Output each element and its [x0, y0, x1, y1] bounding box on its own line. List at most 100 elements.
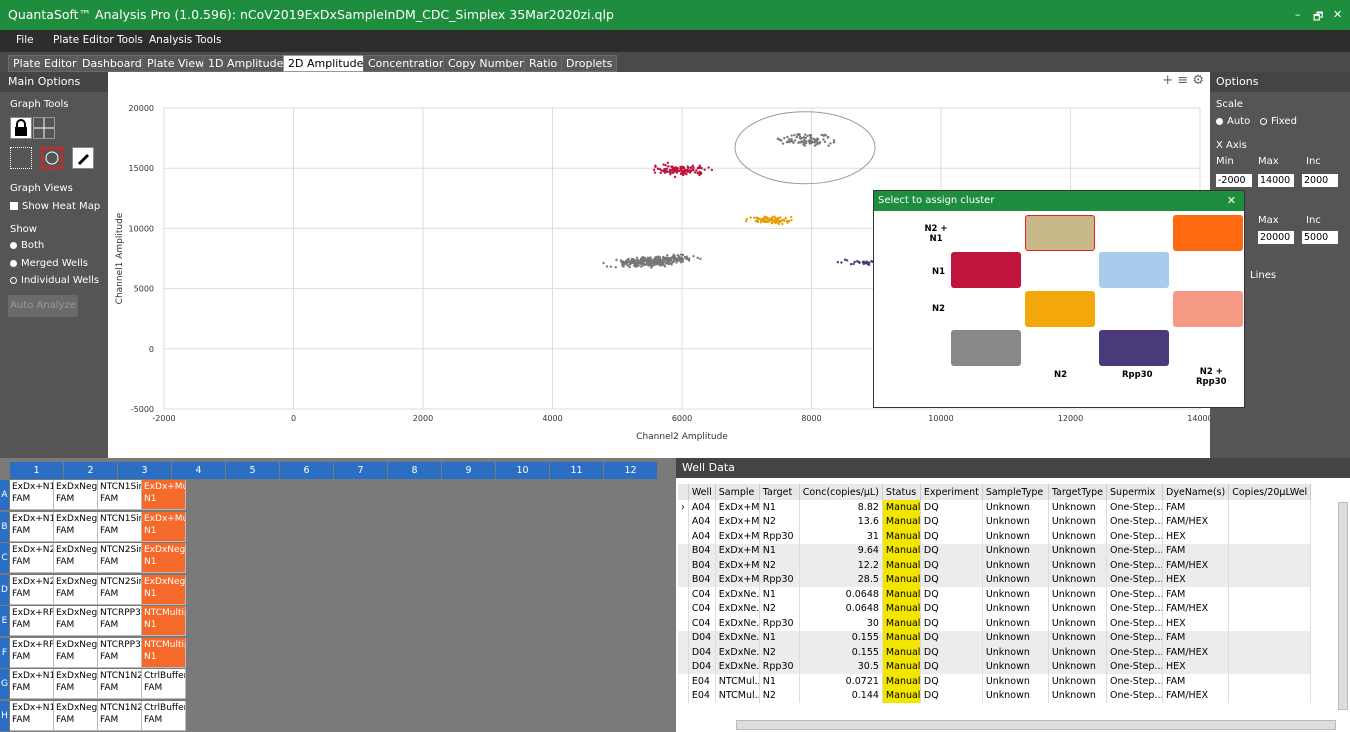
tab-2d-amplitude[interactable]: 2D Amplitude: [283, 55, 369, 72]
plate-well[interactable]: NTCMultipleN1: [142, 606, 186, 636]
radio-fixed[interactable]: Fixed: [1260, 116, 1297, 127]
column-header[interactable]: Well: [688, 484, 716, 500]
tab-concentration[interactable]: Concentration: [363, 55, 451, 72]
x-inc-input[interactable]: 2000: [1302, 174, 1338, 187]
lasso-select-icon[interactable]: [41, 147, 63, 169]
plate-col-header[interactable]: 12: [604, 462, 657, 479]
plate-well[interactable]: ExDx+MultiN1: [142, 511, 186, 542]
swatch-purple[interactable]: [1099, 330, 1169, 366]
menu-analysis-tools[interactable]: Analysis Tools: [149, 34, 221, 46]
tab-dashboard[interactable]: Dashboard: [77, 55, 147, 72]
horizontal-scrollbar[interactable]: [736, 720, 1336, 730]
plate-well[interactable]: NTCMultipleN1: [142, 637, 186, 668]
well-data-table[interactable]: Well Sample Target Conc(copies/µL) Status Exp…: [678, 484, 1312, 703]
y-max-input[interactable]: 20000: [1258, 231, 1294, 244]
table-row[interactable]: B04ExDx+M...N19.64ManualDQUnknownUnknown…: [678, 543, 1312, 558]
column-header[interactable]: Sample: [715, 484, 760, 500]
table-row[interactable]: ›A04ExDx+M...N18.82ManualDQUnknownUnknow…: [678, 500, 1312, 515]
plate-well[interactable]: ExDx+N1N2FAM: [10, 669, 54, 699]
auto-analyze-button[interactable]: Auto Analyze: [8, 295, 78, 317]
tab-1d-amplitude[interactable]: 1D Amplitude: [203, 55, 289, 72]
table-row[interactable]: C04ExDxNe...Rpp3030ManualDQUnknownUnknow…: [678, 616, 1312, 631]
plate-well[interactable]: ExDx+N1SinFAM: [10, 480, 54, 510]
plate-row-header[interactable]: B: [0, 511, 9, 542]
table-row[interactable]: E04 NTCMul... N2 0.144 Manual DQ Unknown Unknow…: [678, 688, 1312, 703]
pencil-icon[interactable]: [72, 147, 94, 169]
plate-well[interactable]: ExDx+N1N2FAM: [10, 700, 54, 731]
tab-ratio[interactable]: Ratio: [524, 55, 563, 72]
column-header[interactable]: SampleType: [982, 484, 1049, 500]
maximize-button[interactable]: 🗗: [1313, 8, 1323, 27]
plate-col-header[interactable]: 6: [280, 462, 333, 479]
column-header[interactable]: Copies/20µLWel: [1228, 484, 1312, 500]
plate-row-header[interactable]: F: [0, 637, 9, 668]
column-header[interactable]: Conc(copies/µL): [799, 484, 883, 500]
table-row[interactable]: E04 NTCMul... N1 0.0721 Manual DQ Unknown Unkno…: [678, 674, 1312, 689]
plate-col-header[interactable]: 5: [226, 462, 279, 479]
plate-col-header[interactable]: 11: [550, 462, 603, 479]
plate-row-header[interactable]: G: [0, 669, 9, 699]
plate-row-header[interactable]: D: [0, 574, 9, 605]
plate-well[interactable]: ExDx+RPP3FAM: [10, 637, 54, 668]
plate-well[interactable]: ExDxNegN2FAM: [54, 574, 98, 605]
plate-well[interactable]: NTCN1SimpFAM: [98, 480, 142, 510]
tab-plate-view[interactable]: Plate View: [142, 55, 210, 72]
plate-col-header[interactable]: 3: [118, 462, 171, 479]
column-header[interactable]: TargetType: [1048, 484, 1108, 500]
box-select-icon[interactable]: [10, 147, 32, 169]
swatch-red[interactable]: [951, 252, 1021, 288]
plate-well[interactable]: ExDxNegRPFAM: [54, 637, 98, 668]
plate-well[interactable]: ExDx+RPP3FAM: [10, 606, 54, 636]
lock-icon[interactable]: [10, 117, 32, 139]
column-header[interactable]: DyeName(s): [1162, 484, 1230, 500]
menu-plate-editor-tools[interactable]: Plate Editor Tools: [53, 34, 143, 46]
crosshair-icon[interactable]: [33, 117, 55, 139]
plate-well[interactable]: NTCN1SimpFAM: [98, 511, 142, 542]
tab-droplets[interactable]: Droplets: [561, 55, 618, 72]
plate-well[interactable]: NTCN2SimpFAM: [98, 574, 142, 605]
radio-auto[interactable]: Auto: [1216, 116, 1250, 127]
plate-well[interactable]: NTCRPP30SFAM: [98, 637, 142, 668]
plate-col-header[interactable]: 2: [64, 462, 117, 479]
table-row[interactable]: A04ExDx+M...N213.6ManualDQUnknownUnknown…: [678, 514, 1312, 529]
plate-row-header[interactable]: A: [0, 480, 9, 510]
column-header[interactable]: Status: [882, 484, 921, 500]
plate-well[interactable]: CtrlBuffer *FAM: [142, 700, 186, 731]
table-row[interactable]: B04ExDx+M...Rpp3028.5ManualDQUnknownUnkn…: [678, 572, 1312, 587]
minimize-button[interactable]: –: [1295, 8, 1301, 21]
table-row[interactable]: B04ExDx+M...N212.2ManualDQUnknownUnknown…: [678, 558, 1312, 573]
radio-individual-wells[interactable]: Individual Wells: [10, 275, 99, 286]
swatch-tan[interactable]: [1025, 215, 1095, 251]
plate-well[interactable]: ExDxNegN1FAM: [54, 511, 98, 542]
plate-well[interactable]: ExDxNegN1FAM: [54, 480, 98, 510]
plate-row-header[interactable]: H: [0, 700, 9, 731]
swatch-orange[interactable]: [1173, 215, 1243, 251]
vertical-scrollbar[interactable]: [1338, 502, 1348, 710]
plate-well[interactable]: ExDx+N1SinFAM: [10, 511, 54, 542]
radio-merged-wells[interactable]: Merged Wells: [10, 258, 88, 269]
dialog-close-icon[interactable]: ✕: [1227, 194, 1236, 207]
plate-well[interactable]: ExDx+N2SinFAM: [10, 543, 54, 573]
plot-toolbar-icons[interactable]: + ≡ ⚙: [1162, 73, 1204, 88]
column-header[interactable]: Supermix: [1106, 484, 1164, 500]
plate-well[interactable]: NTCN2SimpFAM: [98, 543, 142, 573]
plate-row-header[interactable]: E: [0, 606, 9, 636]
table-row[interactable]: C04ExDxNe...N20.0648ManualDQUnknownUnkno…: [678, 601, 1312, 616]
swatch-light-blue[interactable]: [1099, 252, 1169, 288]
plate-col-header[interactable]: 8: [388, 462, 441, 479]
plate-col-header[interactable]: 4: [172, 462, 225, 479]
plate-row-header[interactable]: C: [0, 543, 9, 573]
column-header[interactable]: Target: [759, 484, 800, 500]
plate-well[interactable]: ExDxNegRPFAM: [54, 606, 98, 636]
plate-well[interactable]: ExDx+N2SinFAM: [10, 574, 54, 605]
table-row[interactable]: C04ExDxNe...N10.0648ManualDQUnknownUnkno…: [678, 587, 1312, 602]
close-button[interactable]: ✕: [1333, 8, 1342, 21]
plate-col-header[interactable]: 7: [334, 462, 387, 479]
y-inc-input[interactable]: 5000: [1302, 231, 1338, 244]
plate-well[interactable]: NTCN1N2DFAM: [98, 700, 142, 731]
plate-well[interactable]: ExDx+MultiN1: [142, 480, 186, 510]
table-row[interactable]: D04ExDxNe...Rpp3030.5ManualDQUnknownUnkn…: [678, 659, 1312, 674]
table-row[interactable]: D04ExDxNe...N10.155ManualDQUnknownUnknow…: [678, 630, 1312, 645]
tab-plate-editor[interactable]: Plate Editor: [8, 55, 82, 72]
swatch-amber[interactable]: [1025, 291, 1095, 327]
